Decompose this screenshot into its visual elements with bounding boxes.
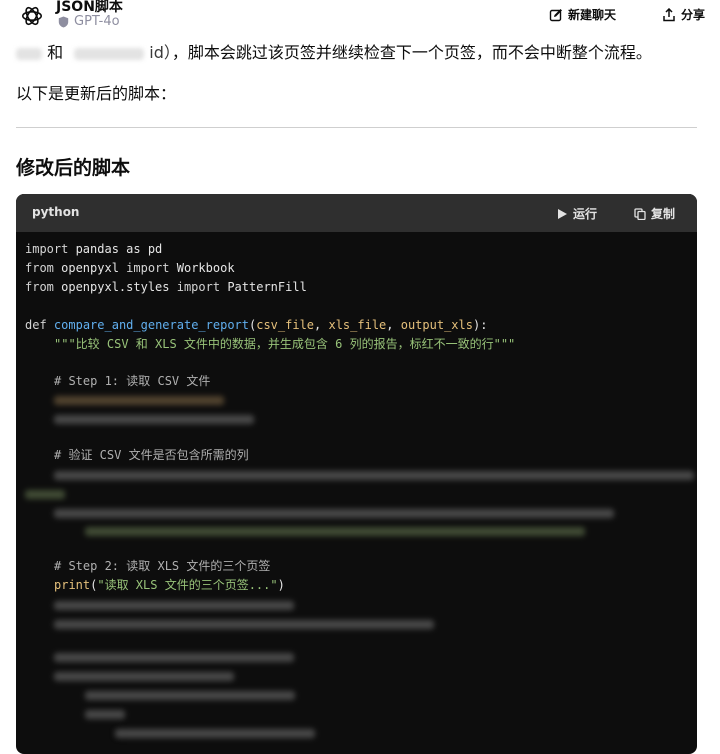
top-bar: JSON脚本 GPT-4o 新建聊天 分享 — [0, 0, 720, 32]
blurred-code — [25, 490, 65, 499]
openai-logo-icon — [22, 6, 42, 26]
text-skip-note: ，脚本会跳过该页签并继续检查下一个页签，而不会中断整个流程。 — [171, 43, 652, 62]
code-line: from openpyxl import Workbook — [25, 261, 235, 275]
new-chat-label: 新建聊天 — [568, 8, 617, 22]
blurred-code — [115, 729, 315, 738]
code-line: # Step 1: 读取 CSV 文件 — [54, 374, 211, 388]
edit-icon — [549, 8, 562, 21]
share-label: 分享 — [681, 8, 706, 22]
redacted-text — [74, 47, 145, 60]
code-block: python 运行 复制 import pandas as pd from op… — [16, 194, 697, 754]
run-button[interactable]: 运行 — [556, 205, 597, 222]
model-name: GPT-4o — [74, 14, 120, 29]
blurred-code — [54, 601, 294, 610]
code-line: print("读取 XLS 文件的三个页签...") — [54, 578, 285, 592]
code-language: python — [32, 205, 80, 219]
redacted-text — [16, 47, 42, 60]
code-header: python 运行 复制 — [16, 194, 697, 232]
code-line: # 验证 CSV 文件是否包含所需的列 — [54, 448, 249, 462]
section-heading: 修改后的脚本 — [16, 157, 131, 179]
code-line: # Step 2: 读取 XLS 文件的三个页签 — [54, 559, 271, 573]
blurred-code — [85, 710, 125, 719]
blurred-code — [54, 509, 614, 518]
blurred-code — [54, 620, 434, 629]
message-paragraph: 和 id），脚本会跳过该页签并继续检查下一个页签，而不会中断整个流程。 — [16, 41, 652, 65]
run-label: 运行 — [573, 207, 598, 221]
intro-text: 以下是更新后的脚本： — [16, 84, 177, 103]
divider — [16, 127, 697, 128]
blurred-code — [54, 653, 294, 662]
blurred-code — [85, 527, 585, 536]
blurred-code — [54, 672, 234, 681]
code-content: import pandas as pd from openpyxl import… — [25, 239, 697, 754]
new-chat-button[interactable]: 新建聊天 — [549, 6, 616, 23]
copy-button[interactable]: 复制 — [634, 205, 675, 222]
blurred-code — [54, 471, 694, 480]
code-line: """比较 CSV 和 XLS 文件中的数据，并生成包含 6 列的报告，标红不一… — [54, 337, 516, 351]
blurred-code — [54, 415, 254, 424]
blurred-code — [54, 396, 224, 405]
play-icon — [558, 208, 567, 219]
model-badge[interactable]: GPT-4o — [58, 14, 120, 29]
copy-icon — [634, 207, 646, 220]
code-line: import pandas as pd — [25, 242, 163, 256]
text-and: 和 — [47, 43, 64, 62]
code-line: from openpyxl.styles import PatternFill — [25, 280, 307, 294]
blurred-code — [85, 691, 295, 700]
code-line: def compare_and_generate_report(csv_file… — [25, 318, 488, 332]
share-icon — [663, 7, 675, 21]
share-button[interactable]: 分享 — [662, 6, 705, 23]
shield-icon — [58, 16, 69, 27]
text-id: id） — [149, 43, 172, 62]
copy-label: 复制 — [651, 207, 676, 221]
